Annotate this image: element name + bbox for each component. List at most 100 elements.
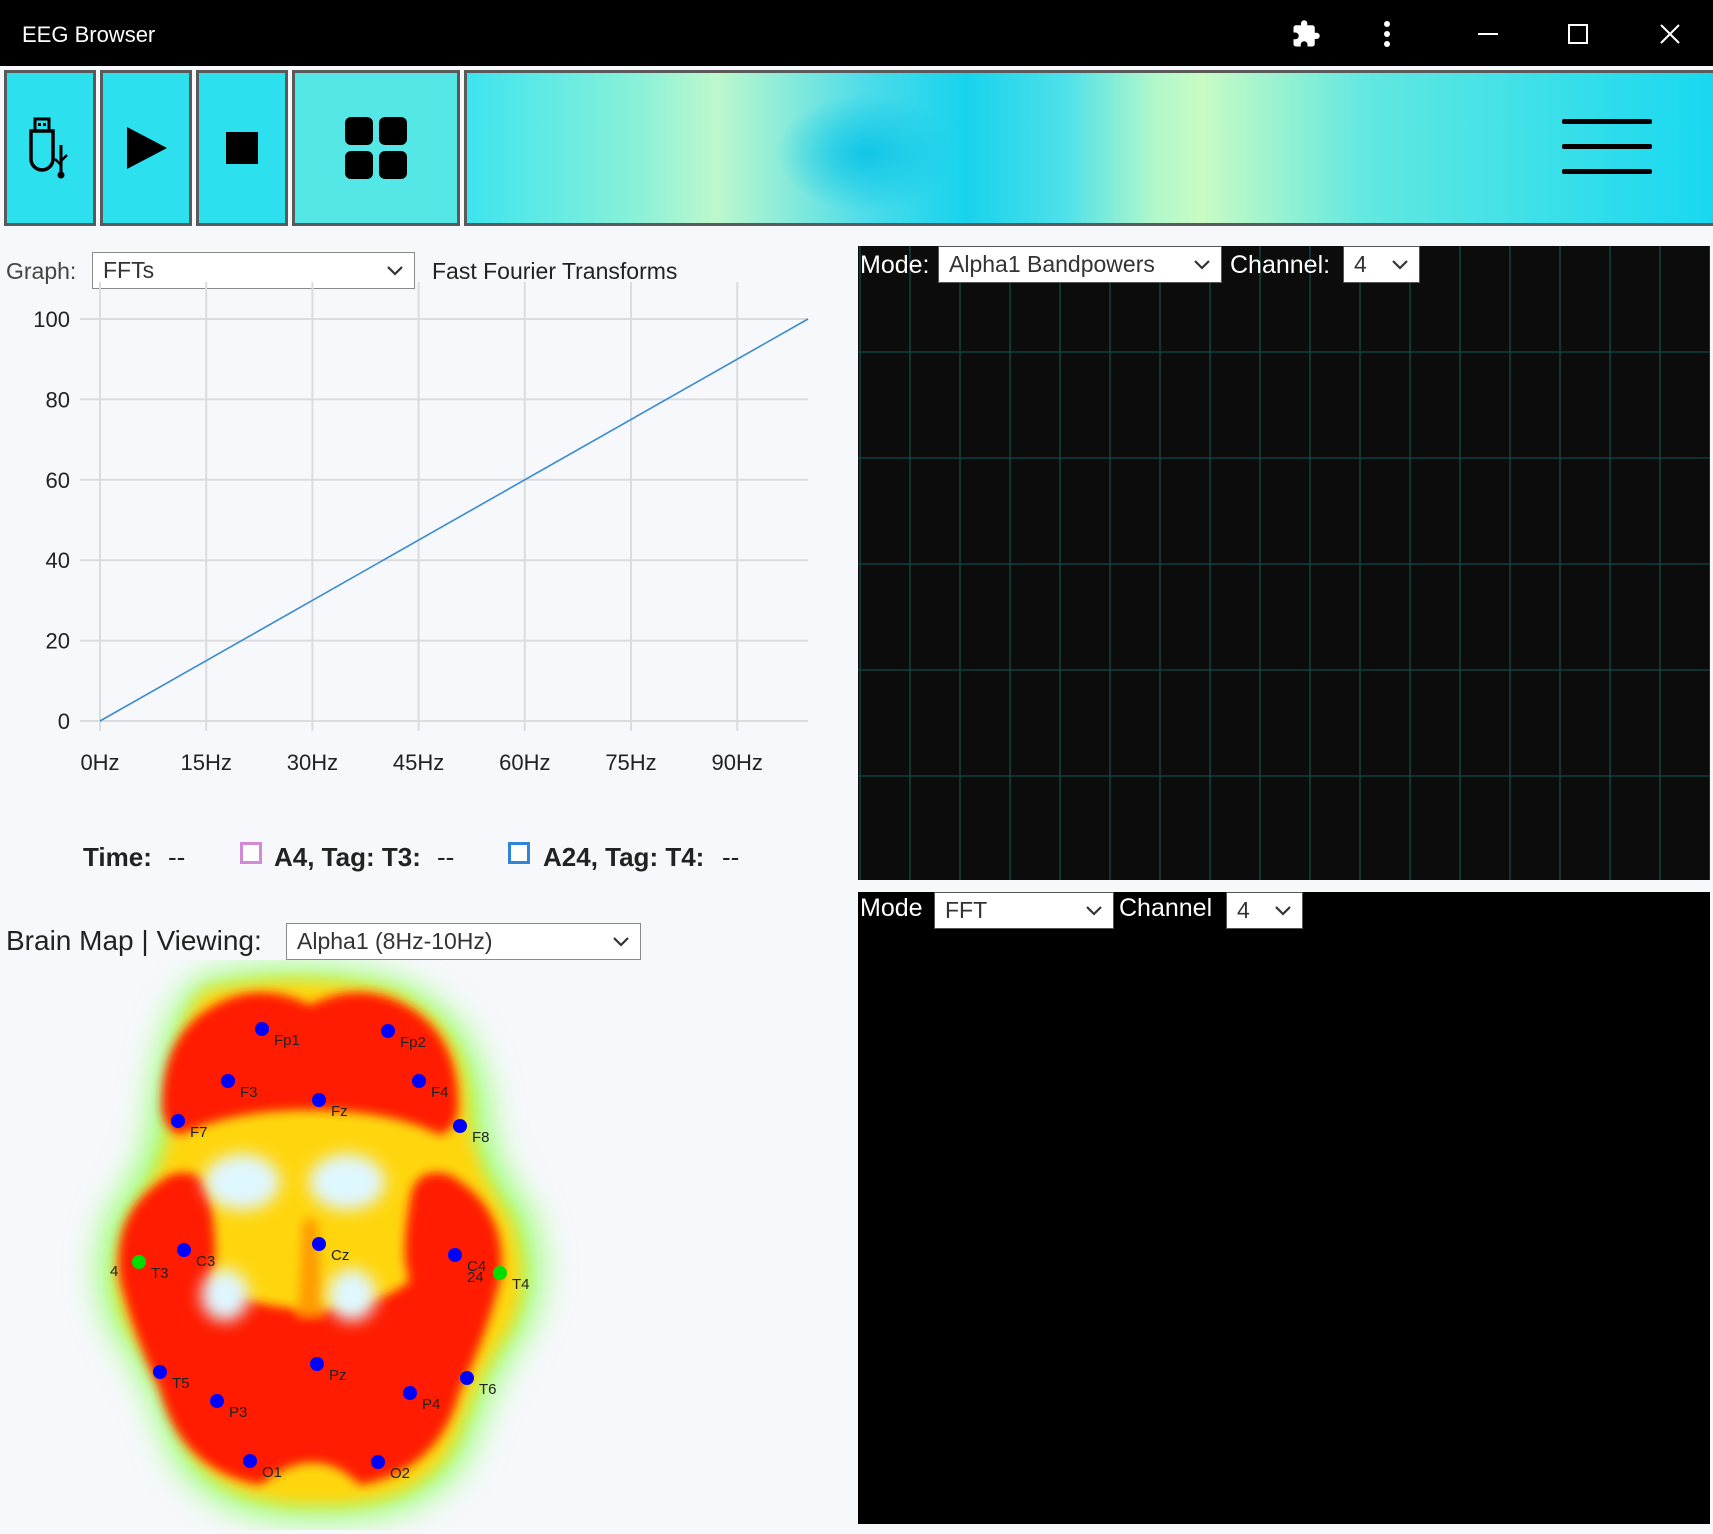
electrode-p3 [210, 1394, 224, 1408]
electrode-label-p3: P3 [229, 1404, 247, 1421]
electrode-t4 [493, 1266, 507, 1280]
electrode-label-fz: Fz [331, 1103, 348, 1120]
x-tick-label: 75Hz [605, 750, 656, 775]
bandpower-grid [858, 246, 1710, 880]
electrode-pz [310, 1357, 324, 1371]
layout-button[interactable] [292, 70, 460, 226]
time-label: Time: [83, 842, 152, 872]
time-value: -- [168, 842, 186, 872]
bandpower-panel: Mode: Alpha1 Bandpowers Channel: 4 [858, 246, 1710, 880]
electrode-t3 [132, 1255, 146, 1269]
fft-chart: 0 20 40 60 80 100 0Hz 15Hz 30Hz 45Hz 60Hz 75Hz 90Hz [33, 282, 809, 775]
mode-select-top-value: Alpha1 Bandpowers [949, 251, 1155, 277]
legend-value-a24: -- [722, 842, 740, 872]
channel-label-top: Channel: [1230, 251, 1331, 279]
brain-map: Fp1 Fp2F3 F4F7FzF8T3C3 CzC4T4T5P3PzP4T6O1 O2… [98, 966, 542, 1521]
electrode-c4 [448, 1248, 462, 1262]
chevron-down-icon [1194, 259, 1210, 270]
x-tick-label: 45Hz [393, 750, 444, 775]
channel-select-top[interactable]: 4 [1343, 246, 1420, 283]
electrode-t6 [460, 1371, 474, 1385]
x-tick-label: 0Hz [80, 750, 119, 775]
x-tick-label: 60Hz [499, 750, 550, 775]
usb-icon [29, 117, 68, 179]
puzzle-icon[interactable] [1283, 14, 1329, 54]
electrode-cz [312, 1237, 326, 1251]
channel-number-t4: 24 [467, 1269, 484, 1286]
electrode-f8 [453, 1119, 467, 1133]
maximize-icon[interactable] [1555, 14, 1601, 54]
legend-swatch-a4[interactable] [240, 842, 262, 864]
electrode-c3 [177, 1243, 191, 1257]
hamburger-icon[interactable] [1562, 117, 1652, 177]
y-tick-label: 40 [46, 548, 70, 573]
mode-select-bottom-value: FFT [945, 897, 988, 923]
electrode-o2 [371, 1455, 385, 1469]
electrode-f4 [412, 1074, 426, 1088]
brain-map-title: Brain Map | Viewing: [6, 925, 262, 956]
electrode-t5 [153, 1365, 167, 1379]
x-tick-label: 30Hz [287, 750, 338, 775]
electrode-fz [312, 1093, 326, 1107]
y-tick-label: 80 [46, 387, 70, 412]
play-icon [127, 127, 167, 169]
chevron-down-icon [613, 936, 629, 947]
y-tick-label: 20 [46, 629, 70, 654]
electrode-f7 [171, 1114, 185, 1128]
electrode-label-fp2: Fp2 [400, 1034, 426, 1051]
electrode-label-o2: O2 [390, 1465, 410, 1482]
channel-select-bottom-value: 4 [1237, 897, 1250, 923]
electrode-label-t6: T6 [479, 1381, 497, 1398]
electrode-label-t4: T4 [512, 1276, 530, 1293]
chart-legend: Time: -- A4, Tag: T3: -- A24, Tag: T4: -… [0, 834, 830, 884]
heat-red [118, 992, 502, 1485]
legend-swatch-a24[interactable] [508, 842, 530, 864]
electrode-label-pz: Pz [329, 1367, 347, 1384]
channel-select-bottom[interactable]: 4 [1226, 892, 1303, 929]
window-title: EEG Browser [22, 22, 156, 47]
electrode-label-fp1: Fp1 [274, 1032, 300, 1049]
electrode-o1 [243, 1454, 257, 1468]
electrode-label-c3: C3 [196, 1253, 215, 1270]
electrode-label-f4: F4 [431, 1084, 449, 1101]
play-button[interactable] [100, 70, 192, 226]
electrode-label-p4: P4 [422, 1396, 440, 1413]
x-tick-label: 15Hz [181, 750, 232, 775]
electrode-label-f3: F3 [240, 1084, 258, 1101]
minimize-icon[interactable] [1465, 14, 1511, 54]
legend-value-a4: -- [437, 842, 455, 872]
usb-button[interactable] [4, 70, 96, 226]
mode-select-bottom[interactable]: FFT [934, 892, 1114, 929]
more-vert-icon[interactable] [1364, 14, 1410, 54]
grid-icon [345, 117, 407, 179]
mode-label-top: Mode: [860, 251, 930, 279]
y-tick-label: 100 [33, 307, 70, 332]
band-select[interactable]: Alpha1 (8Hz-10Hz) [286, 923, 641, 960]
electrode-fp1 [255, 1022, 269, 1036]
fft-panel: Mode FFT Channel 4 [858, 892, 1710, 1524]
electrode-label-f8: F8 [472, 1129, 490, 1146]
stop-button[interactable] [196, 70, 288, 226]
toolbar [0, 66, 1713, 230]
band-select-value: Alpha1 (8Hz-10Hz) [297, 928, 493, 954]
stop-icon [226, 132, 258, 164]
electrode-label-cz: Cz [331, 1247, 349, 1264]
channel-select-top-value: 4 [1354, 251, 1367, 277]
legend-label-a4: A4, Tag: T3: [274, 842, 421, 872]
y-tick-label: 0 [58, 709, 70, 734]
legend-label-a24: A24, Tag: T4: [543, 842, 705, 872]
close-icon[interactable] [1647, 14, 1693, 54]
chevron-down-icon [1275, 905, 1291, 916]
electrode-label-f7: F7 [190, 1124, 208, 1141]
electrode-label-t3: T3 [151, 1265, 169, 1282]
y-tick-label: 60 [46, 468, 70, 493]
mode-select-top[interactable]: Alpha1 Bandpowers [938, 246, 1222, 283]
title-bar: EEG Browser [0, 0, 1713, 66]
channel-label-bottom: Channel [1119, 894, 1213, 922]
electrode-fp2 [381, 1024, 395, 1038]
mode-label-bottom: Mode [860, 894, 923, 922]
channel-number-t3: 4 [110, 1263, 118, 1280]
electrode-p4 [403, 1386, 417, 1400]
chevron-down-icon [1086, 905, 1102, 916]
electrode-f3 [221, 1074, 235, 1088]
